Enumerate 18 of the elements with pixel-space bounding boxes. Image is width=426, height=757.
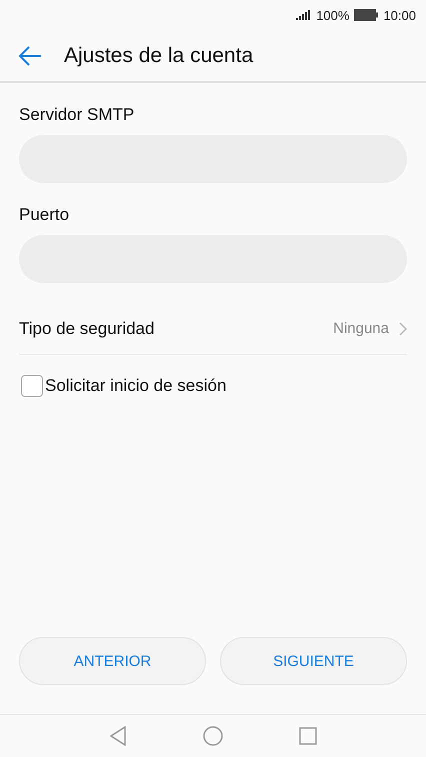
- home-icon[interactable]: [203, 726, 223, 746]
- battery-percent: 100%: [316, 8, 350, 22]
- clock: 10:00: [383, 8, 416, 22]
- back-icon[interactable]: [109, 726, 127, 746]
- signal-icon: [296, 10, 312, 20]
- screen-title: Ajustes de la cuenta: [64, 44, 254, 68]
- field-label: Puerto: [19, 205, 70, 225]
- checkbox-label: Solicitar inicio de sesión: [45, 376, 226, 396]
- nav-button[interactable]: SIGUIENTE: [220, 637, 407, 685]
- chevron-icon: [399, 322, 407, 336]
- nav-button[interactable]: ANTERIOR: [19, 637, 206, 685]
- field-label: Servidor SMTP: [19, 105, 136, 125]
- setting-label: Tipo de seguridad: [19, 318, 156, 338]
- battery-icon: [354, 9, 378, 21]
- recents-icon[interactable]: [299, 727, 317, 745]
- checkbox[interactable]: [21, 375, 43, 397]
- setting-value[interactable]: Ninguna: [333, 320, 389, 337]
- back-arrow-icon[interactable]: [18, 46, 42, 66]
